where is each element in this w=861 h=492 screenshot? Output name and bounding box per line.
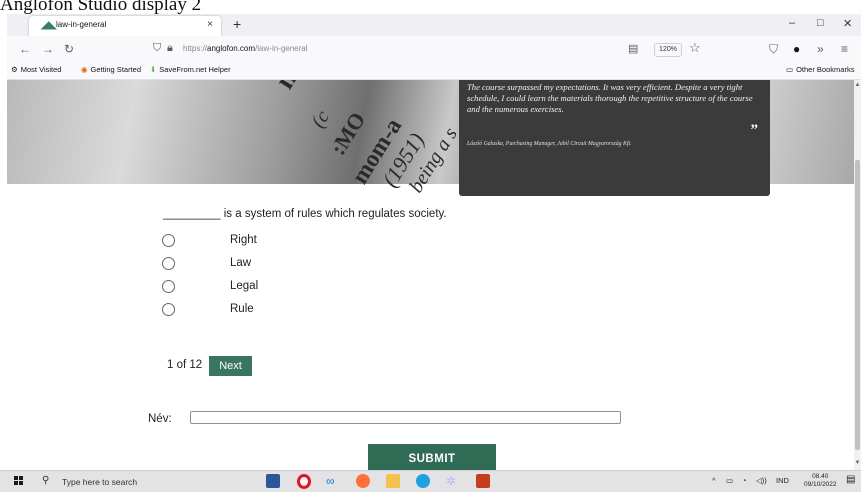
forward-icon[interactable]: →	[42, 42, 54, 56]
scroll-up-icon[interactable]: ▲	[854, 82, 861, 88]
option-label[interactable]: Rule	[230, 303, 254, 315]
option-label[interactable]: Law	[230, 257, 251, 269]
clock[interactable]: 08.40 09/10/2022	[804, 473, 837, 489]
submit-button[interactable]: SUBMIT	[368, 444, 496, 470]
option-label[interactable]: Legal	[230, 280, 258, 292]
page-scrollbar[interactable]: ▲ ▼	[854, 80, 861, 470]
url-text[interactable]: https://anglofon.com/law-in-general	[183, 44, 308, 53]
file-explorer-icon[interactable]	[386, 474, 400, 488]
name-input[interactable]	[190, 411, 621, 424]
tracking-shield-icon[interactable]: ⛉	[153, 42, 161, 55]
hero-image-text: m	[269, 80, 308, 95]
opera-icon[interactable]	[297, 474, 311, 489]
tray-chevron-icon[interactable]: ^	[712, 476, 716, 485]
document-title: Anglofon Studio display 2	[0, 0, 202, 15]
testimonial-quote: The course surpassed my expectations. It…	[467, 82, 753, 114]
wifi-icon[interactable]: ◔	[742, 476, 747, 485]
powerpoint-icon[interactable]	[476, 474, 490, 488]
account-icon[interactable]: ●	[793, 42, 800, 56]
option-label[interactable]: Right	[230, 234, 257, 246]
lock-icon[interactable]: 🔒︎	[167, 42, 173, 55]
radio-button[interactable]	[162, 280, 175, 293]
search-icon: ⚲	[42, 475, 50, 486]
word-icon[interactable]	[266, 474, 280, 488]
navigation-toolbar: ← → ↻ ⛉ 🔒︎ https://anglofon.com/law-in-g…	[7, 36, 861, 62]
url-bar[interactable]: ⛉ 🔒︎ https://anglofon.com/law-in-general…	[143, 39, 701, 59]
firefox-taskbar-icon[interactable]	[356, 474, 370, 488]
other-bookmarks[interactable]: ▭ Other Bookmarks	[786, 65, 854, 74]
radio-button[interactable]	[162, 234, 175, 247]
bookmark-getting-started[interactable]: ◉ Getting Started	[81, 65, 141, 74]
hero-dictionary-image: m (c :MO mom-a (1951) being a s The cour…	[7, 80, 854, 197]
radio-button[interactable]	[162, 303, 175, 316]
search-placeholder: Type here to search	[62, 477, 138, 487]
name-label: Név:	[148, 413, 172, 425]
bookmark-savefrom[interactable]: ⬇ SaveFrom.net Helper	[150, 65, 231, 74]
bookmarks-toolbar: ⚙ Most Visited ◉ Getting Started ⬇ SaveFrom…	[7, 62, 861, 80]
site-favicon-icon: ◢◣	[41, 20, 57, 31]
zoom-level-badge[interactable]: 120%	[654, 43, 682, 57]
gear-icon: ⚙	[11, 65, 18, 74]
bookmark-star-icon[interactable]: ☆	[689, 40, 701, 56]
taskbar-search[interactable]: ⚲ Type here to search	[36, 473, 256, 490]
bookmark-most-visited[interactable]: ⚙ Most Visited	[11, 65, 61, 74]
testimonial-box: The course surpassed my expectations. It…	[459, 80, 770, 196]
pocket-icon[interactable]: ⛉	[769, 42, 778, 57]
clock-time: 08.40	[812, 473, 829, 480]
page-content: m (c :MO mom-a (1951) being a s The cour…	[7, 80, 854, 470]
tab-close-icon[interactable]: ×	[207, 19, 213, 30]
next-button[interactable]: Next	[209, 356, 252, 376]
windows-taskbar: ⚲ Type here to search ∞ ✲ ^ ▭ ◔ ◁)) IND …	[0, 470, 861, 492]
quiz-question: _________ is a system of rules which reg…	[163, 208, 447, 220]
clock-date: 09/10/2022	[804, 481, 837, 488]
tab-title: law-in-general	[56, 20, 107, 29]
tab-law-in-general[interactable]: ◢◣ law-in-general ×	[29, 16, 221, 36]
minimize-icon[interactable]: –	[789, 17, 795, 29]
download-arrow-icon: ⬇	[150, 65, 157, 74]
hero-image-text: (c	[307, 106, 334, 132]
new-tab-icon[interactable]: +	[233, 16, 241, 32]
reload-icon[interactable]: ↻	[64, 42, 74, 56]
overflow-chevron-icon[interactable]: »	[817, 42, 824, 56]
notifications-icon[interactable]: ▤	[846, 474, 855, 485]
firefox-icon: ◉	[81, 65, 88, 74]
radio-button[interactable]	[162, 257, 175, 270]
maximize-icon[interactable]: □	[817, 17, 824, 29]
scroll-thumb[interactable]	[855, 160, 860, 450]
question-counter: 1 of 12	[167, 359, 203, 371]
app-icon[interactable]: ✲	[446, 474, 460, 488]
reader-view-icon[interactable]: ▤	[628, 42, 638, 55]
close-window-icon[interactable]: ✕	[843, 17, 852, 30]
infinity-icon[interactable]: ∞	[326, 474, 340, 488]
tab-bar: ◢◣ law-in-general × + – □ ✕	[7, 14, 861, 36]
edge-icon[interactable]	[416, 474, 430, 488]
menu-icon[interactable]: ≡	[841, 42, 848, 56]
back-icon[interactable]: ←	[19, 42, 31, 56]
browser-window: ◢◣ law-in-general × + – □ ✕ ← → ↻ ⛉ 🔒︎ h…	[7, 14, 861, 470]
windows-start-icon[interactable]	[14, 476, 24, 486]
testimonial-author: László Galuska, Purchasing Manager, Jabi…	[467, 141, 632, 147]
network-icon[interactable]: ▭	[726, 476, 733, 485]
quote-mark-icon: ”	[750, 122, 759, 138]
volume-icon[interactable]: ◁))	[756, 476, 767, 485]
folder-icon: ▭	[786, 65, 794, 74]
language-indicator[interactable]: IND	[776, 476, 789, 485]
scroll-down-icon[interactable]: ▼	[854, 460, 861, 466]
